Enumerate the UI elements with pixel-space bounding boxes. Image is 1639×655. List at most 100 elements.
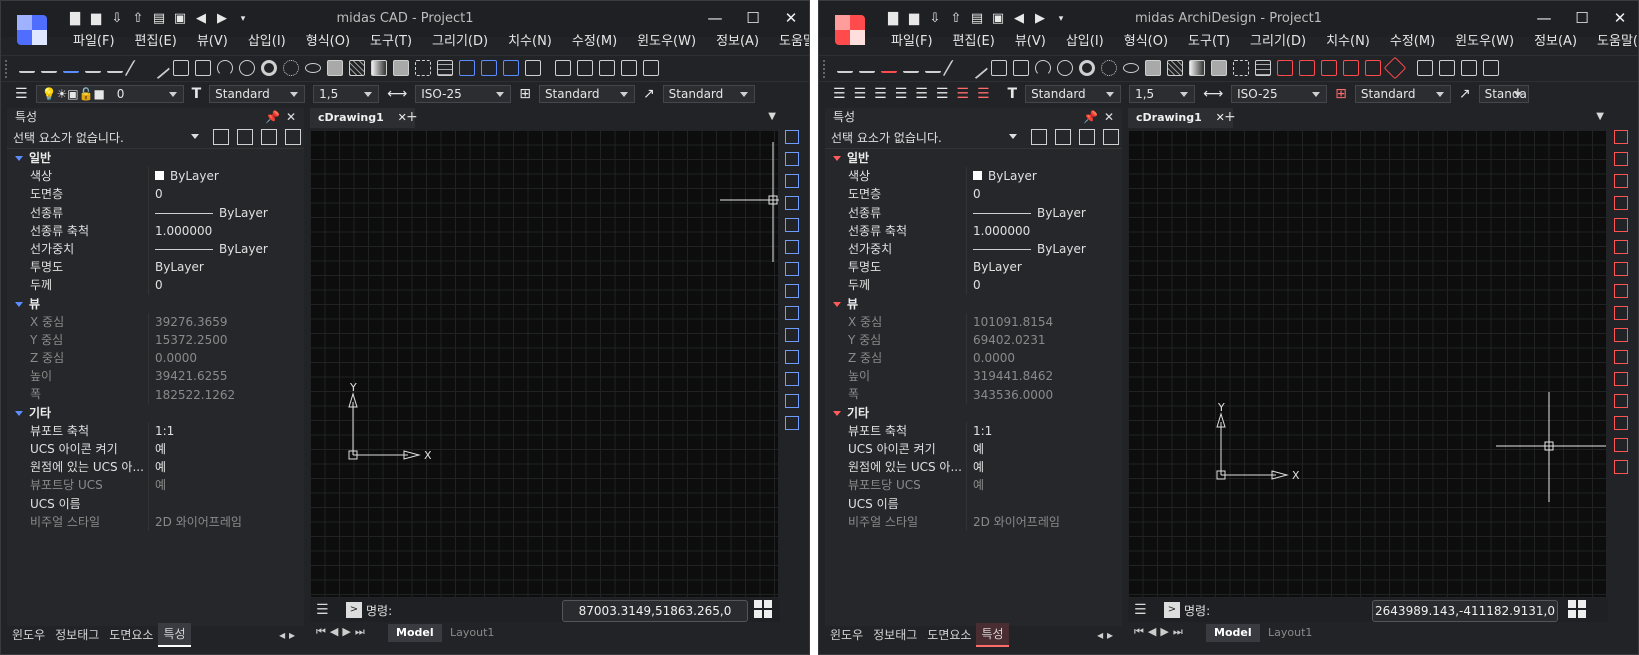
property-value[interactable]: 1:1 (967, 422, 1122, 440)
field-icon[interactable] (577, 60, 593, 76)
extend-icon[interactable] (1614, 350, 1628, 364)
text-style-combo[interactable]: Standard (209, 85, 306, 103)
property-row[interactable]: 뷰포트 축척 1:1 (825, 421, 1122, 440)
insert-block-icon[interactable] (459, 60, 475, 76)
maximize-icon[interactable]: ☐ (1574, 9, 1590, 27)
table-style-combo[interactable]: Standard (1354, 85, 1451, 103)
solid-icon[interactable] (1145, 60, 1161, 76)
menu-tools[interactable]: 도구(T) (360, 31, 422, 53)
property-value[interactable]: 2D 와이어프레임 (149, 513, 304, 531)
scale-icon[interactable] (785, 284, 799, 298)
tab-properties[interactable]: 특성 (158, 623, 191, 647)
join-icon[interactable] (1614, 394, 1628, 408)
snap-icon[interactable] (1383, 56, 1407, 80)
menu-help[interactable]: 도움말(H) (1587, 31, 1638, 53)
property-row[interactable]: 색상 ByLayer (7, 167, 304, 186)
command-prompt-icon[interactable]: > (1164, 602, 1180, 618)
break-icon[interactable] (1614, 372, 1628, 386)
property-value[interactable]: 1.000000 (149, 222, 304, 240)
tab-drawing-elements[interactable]: 도면요소 (922, 624, 976, 646)
menu-file[interactable]: 파일(F) (881, 31, 943, 53)
copy-icon[interactable] (785, 152, 799, 166)
property-row[interactable]: Z 중심 0.0000 (7, 349, 304, 368)
property-value[interactable]: 15372.2500 (149, 331, 304, 349)
tab-infotag[interactable]: 정보태그 (868, 624, 922, 646)
property-value[interactable]: 69402.0231 (967, 331, 1122, 349)
property-row[interactable]: UCS 이름 (7, 494, 304, 513)
property-value[interactable]: 1.000000 (967, 222, 1122, 240)
pin-icon[interactable]: 📌 (1083, 108, 1098, 126)
toolbar-grip[interactable] (5, 60, 15, 78)
property-row[interactable]: 투명도 ByLayer (7, 258, 304, 277)
rotate-icon[interactable] (1614, 262, 1628, 276)
circle-icon[interactable] (239, 60, 255, 76)
line-icon[interactable] (19, 64, 35, 73)
property-value[interactable]: ByLayer (149, 240, 304, 258)
ellipse-icon[interactable] (305, 63, 321, 73)
solid-icon[interactable] (327, 60, 343, 76)
arc-icon[interactable] (217, 60, 233, 76)
menu-format[interactable]: 형식(O) (296, 31, 360, 53)
table-icon[interactable] (1255, 60, 1271, 76)
fillet-icon[interactable] (1614, 438, 1628, 452)
property-value[interactable]: ByLayer (967, 258, 1122, 276)
rectangle-icon[interactable] (195, 60, 211, 76)
spline-icon[interactable] (942, 60, 968, 76)
property-category[interactable]: 기타 (825, 404, 1122, 422)
select-objects-icon[interactable] (1055, 129, 1071, 145)
hatch-icon[interactable] (349, 60, 365, 76)
property-row[interactable]: 원점에 있는 UCS 아... 예 (825, 458, 1122, 477)
donut-icon[interactable] (261, 60, 277, 76)
polyline-icon[interactable] (107, 64, 123, 73)
toolbar-grip[interactable] (823, 60, 833, 78)
menu-view[interactable]: 뷰(V) (1005, 31, 1056, 53)
doc-tab-active[interactable]: cDrawing1 ✕ (1128, 108, 1233, 128)
break-icon[interactable] (785, 372, 799, 386)
attribute-icon[interactable] (525, 60, 541, 76)
property-value[interactable]: ByLayer (149, 204, 304, 222)
quick-select-icon[interactable] (1079, 129, 1095, 145)
menu-file[interactable]: 파일(F) (63, 31, 125, 53)
move-icon[interactable] (785, 240, 799, 254)
property-row[interactable]: UCS 이름 (825, 494, 1122, 513)
arc-icon[interactable] (1035, 60, 1051, 76)
menu-dimension[interactable]: 치수(N) (1316, 31, 1380, 53)
collapse-triangle-icon[interactable] (15, 410, 23, 416)
property-row[interactable]: 선종류 축척 1.000000 (7, 221, 304, 240)
wipeout-icon[interactable] (415, 60, 431, 76)
extend-icon[interactable] (785, 350, 799, 364)
polygon-icon[interactable] (991, 60, 1007, 76)
property-row[interactable]: 색상 ByLayer (825, 167, 1122, 186)
layout-nav-icon[interactable]: ⏮◀▶⏭ (316, 625, 369, 639)
maximize-icon[interactable]: ☐ (745, 9, 761, 27)
doc-tab-active[interactable]: cDrawing1 ✕ (310, 108, 415, 128)
new-tab-icon[interactable]: + (1224, 109, 1236, 125)
property-value[interactable]: 예 (149, 458, 304, 476)
tab-model[interactable]: Model (388, 624, 442, 642)
gradient-icon[interactable] (1189, 60, 1205, 76)
property-row[interactable]: Y 중심 15372.2500 (7, 330, 304, 350)
property-row[interactable]: 선가중치 ByLayer (825, 239, 1122, 259)
property-value[interactable]: ByLayer (967, 240, 1122, 258)
trim-icon[interactable] (1614, 328, 1628, 342)
rectangle-icon[interactable] (1013, 60, 1029, 76)
line-icon[interactable] (837, 64, 853, 73)
drawing-settings-icon[interactable] (1568, 600, 1586, 618)
collapse-triangle-icon[interactable] (833, 156, 841, 161)
spline-icon[interactable] (124, 60, 150, 76)
menu-window[interactable]: 윈도우(W) (1445, 31, 1524, 53)
tab-layout1[interactable]: Layout1 (1268, 624, 1312, 642)
menu-view[interactable]: 뷰(V) (187, 31, 238, 53)
revcloud-icon[interactable] (283, 60, 299, 76)
move-icon[interactable] (1614, 240, 1628, 254)
property-value[interactable]: 예 (967, 440, 1122, 458)
construction-line-icon[interactable] (859, 64, 875, 73)
layer-freeze-icon[interactable]: ☰ (895, 86, 908, 102)
make-block-icon[interactable] (1299, 60, 1315, 76)
property-value[interactable]: ByLayer (967, 167, 1122, 185)
copy-icon[interactable] (1614, 152, 1628, 166)
panel-close-icon[interactable]: ✕ (1104, 108, 1114, 126)
drawing-settings-icon[interactable] (754, 600, 772, 618)
property-row[interactable]: UCS 아이콘 켜기 예 (7, 440, 304, 459)
circle-icon[interactable] (1057, 60, 1073, 76)
